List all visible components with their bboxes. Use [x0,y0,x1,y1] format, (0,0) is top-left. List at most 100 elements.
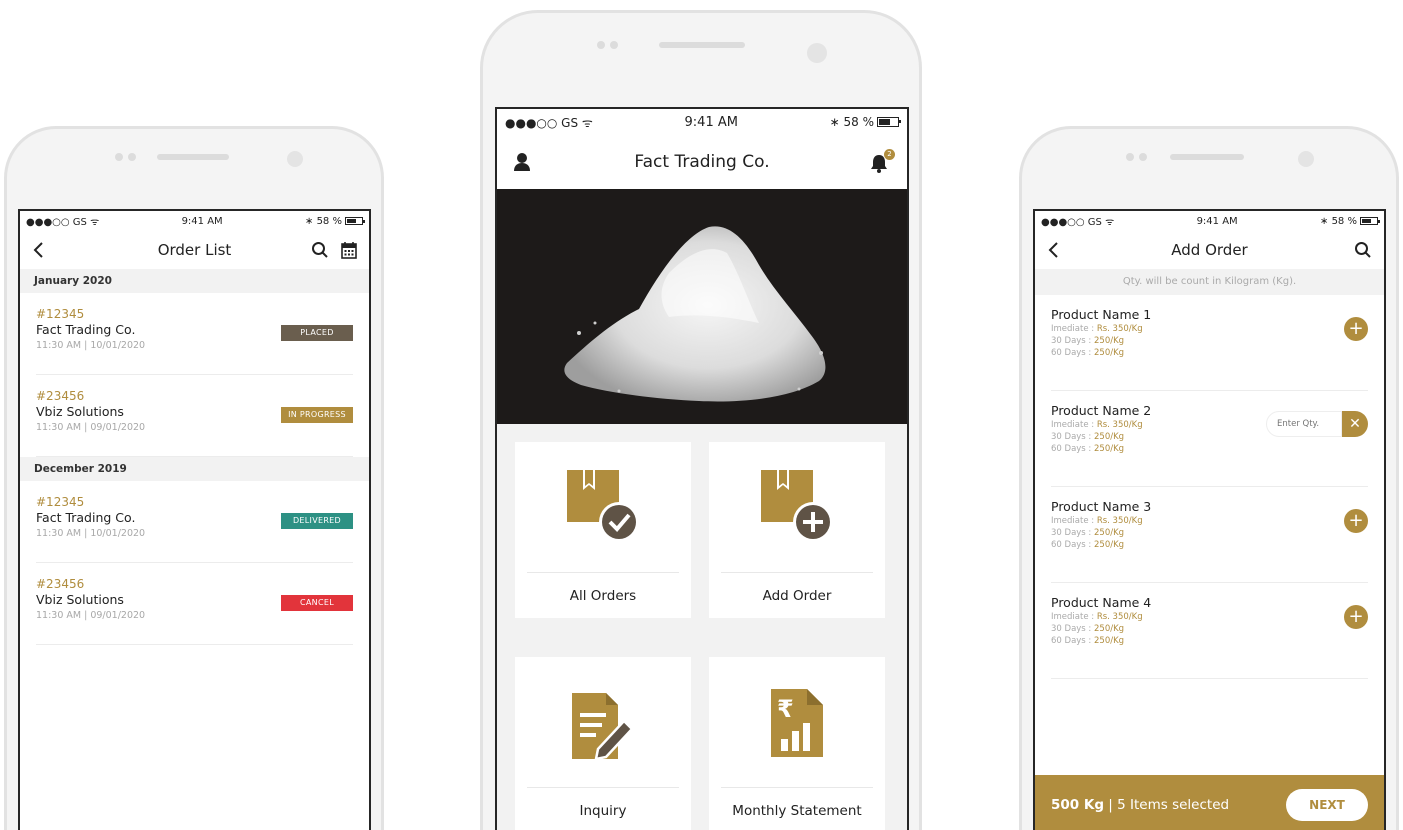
tile-add-order[interactable]: Add Order [709,442,885,618]
calendar-icon[interactable] [341,241,357,259]
price-label: 30 Days : [1051,528,1094,538]
powder-pile-image [564,226,826,402]
back-arrow-icon[interactable] [32,241,46,259]
product-name: Product Name 4 [1051,595,1152,610]
speaker-grille [157,154,229,160]
front-camera [1298,151,1314,167]
section-header-january: January 2020 [20,269,369,293]
phone-home: ●●●○○ GS ᯤ 9:41 AM ∗ 58 % Fact Trading C… [480,10,922,830]
quantity-input[interactable] [1266,411,1342,437]
tile-divider [721,787,873,788]
tile-label: Monthly Statement [732,803,862,819]
back-arrow-icon[interactable] [1047,241,1061,259]
status-badge-in-progress: IN PROGRESS [281,407,353,423]
status-time: 9:41 AM [1196,215,1238,227]
price-value: 250/Kg [1094,348,1125,358]
add-order-screen: ●●●○○ GS ᯤ 9:41 AM ∗ 58 % Add Order Qty.… [1033,209,1386,830]
remove-product-button[interactable]: ✕ [1342,411,1368,437]
sensor-dots [115,153,136,161]
price-30-days: 30 Days : 250/Kg [1051,624,1368,634]
price-label: Imediate : [1051,420,1097,430]
tile-all-orders[interactable]: All Orders [515,442,691,618]
order-id: #23456 [36,389,85,403]
status-bar: ●●●○○ GS ᯤ 9:41 AM ∗ 58 % [497,109,907,135]
order-summary-bar: 500 Kg | 5 Items selected NEXT [1035,775,1384,830]
order-datetime: 11:30 AM | 10/01/2020 [36,528,146,539]
status-time: 9:41 AM [181,215,223,227]
product-item: Product Name 1 Imediate : Rs. 350/Kg 30 … [1051,295,1368,391]
product-item: Product Name 2 Imediate : Rs. 350/Kg 30 … [1051,391,1368,487]
price-60-days: 60 Days : 250/Kg [1051,540,1368,550]
order-list-screen: ●●●○○ GS ᯤ 9:41 AM ∗ 58 % Order List Jan… [18,209,371,830]
next-button[interactable]: NEXT [1286,789,1368,821]
battery-label: ∗ 58 % [1320,215,1357,227]
status-time: 9:41 AM [684,114,738,130]
search-icon[interactable] [311,241,329,259]
search-icon[interactable] [1354,241,1372,259]
tile-divider [527,572,679,573]
price-value: Rs. 350/Kg [1096,420,1143,430]
price-60-days: 60 Days : 250/Kg [1051,636,1368,646]
box-check-icon [567,470,639,542]
order-item[interactable]: #12345 Fact Trading Co. 11:30 AM | 10/01… [36,293,353,375]
order-item[interactable]: #12345 Fact Trading Co. 11:30 AM | 10/01… [36,481,353,563]
selection-summary: 500 Kg | 5 Items selected [1051,797,1229,813]
price-value: Rs. 350/Kg [1096,516,1143,526]
add-order-navbar: Add Order [1035,231,1384,269]
tile-monthly-statement[interactable]: ₹ Monthly Statement [709,657,885,830]
price-label: 30 Days : [1051,624,1094,634]
mockup-stage: ●●●○○ GS ᯤ 9:41 AM ∗ 58 % Order List Jan… [0,0,1403,830]
order-id: #12345 [36,307,85,321]
order-item[interactable]: #23456 Vbiz Solutions 11:30 AM | 09/01/2… [36,563,353,645]
tile-divider [527,787,679,788]
battery-label: ∗ 58 % [829,115,874,129]
price-value: 250/Kg [1094,444,1125,454]
svg-text:₹: ₹ [777,695,794,723]
notification-button[interactable]: 2 [869,149,895,173]
price-value: 250/Kg [1094,636,1125,646]
price-30-days: 30 Days : 250/Kg [1051,336,1368,346]
price-value: 250/Kg [1094,528,1125,538]
front-camera [287,151,303,167]
battery-status: ∗ 58 % [1320,215,1380,227]
summary-separator: | [1104,797,1118,813]
sensor-dots [1126,153,1147,161]
carrier-signal: ●●●○○ GS ᯤ [1041,217,1115,228]
front-camera [807,43,827,63]
tile-inquiry[interactable]: Inquiry [515,657,691,830]
dashboard-tiles: All Orders Add Order Inquiry ₹ Monthly S… [497,424,907,830]
phone-add-order: ●●●○○ GS ᯤ 9:41 AM ∗ 58 % Add Order Qty.… [1019,126,1399,830]
order-datetime: 11:30 AM | 09/01/2020 [36,422,146,433]
status-bar: ●●●○○ GS ᯤ 9:41 AM ∗ 58 % [1035,211,1384,231]
status-badge-cancel: CANCEL [281,595,353,611]
battery-label: ∗ 58 % [305,215,342,227]
add-product-button[interactable]: + [1344,509,1368,533]
tile-divider [721,572,873,573]
box-plus-icon [761,470,833,542]
price-value: Rs. 350/Kg [1096,612,1143,622]
add-product-button[interactable]: + [1344,317,1368,341]
status-badge-delivered: DELIVERED [281,513,353,529]
price-30-days: 30 Days : 250/Kg [1051,528,1368,538]
user-profile-icon[interactable] [513,152,531,172]
price-label: 60 Days : [1051,348,1094,358]
price-label: 60 Days : [1051,540,1094,550]
hero-product-image [497,189,907,424]
add-product-button[interactable]: + [1344,605,1368,629]
speaker-grille [1170,154,1244,160]
quantity-entry: ✕ [1266,411,1368,437]
tile-label: Inquiry [579,803,627,819]
rupee-report-icon: ₹ [771,689,823,757]
phone-order-list: ●●●○○ GS ᯤ 9:41 AM ∗ 58 % Order List Jan… [4,126,384,830]
product-name: Product Name 1 [1051,307,1152,322]
order-datetime: 11:30 AM | 09/01/2020 [36,610,146,621]
price-label: 60 Days : [1051,444,1094,454]
page-title: Add Order [1171,241,1248,259]
order-item[interactable]: #23456 Vbiz Solutions 11:30 AM | 09/01/2… [36,375,353,457]
order-datetime: 11:30 AM | 10/01/2020 [36,340,146,351]
tile-label: All Orders [569,588,637,604]
status-badge-placed: PLACED [281,325,353,341]
price-immediate: Imediate : Rs. 350/Kg [1051,324,1368,334]
carrier-signal: ●●●○○ GS ᯤ [505,115,593,130]
price-value: 250/Kg [1094,432,1125,442]
